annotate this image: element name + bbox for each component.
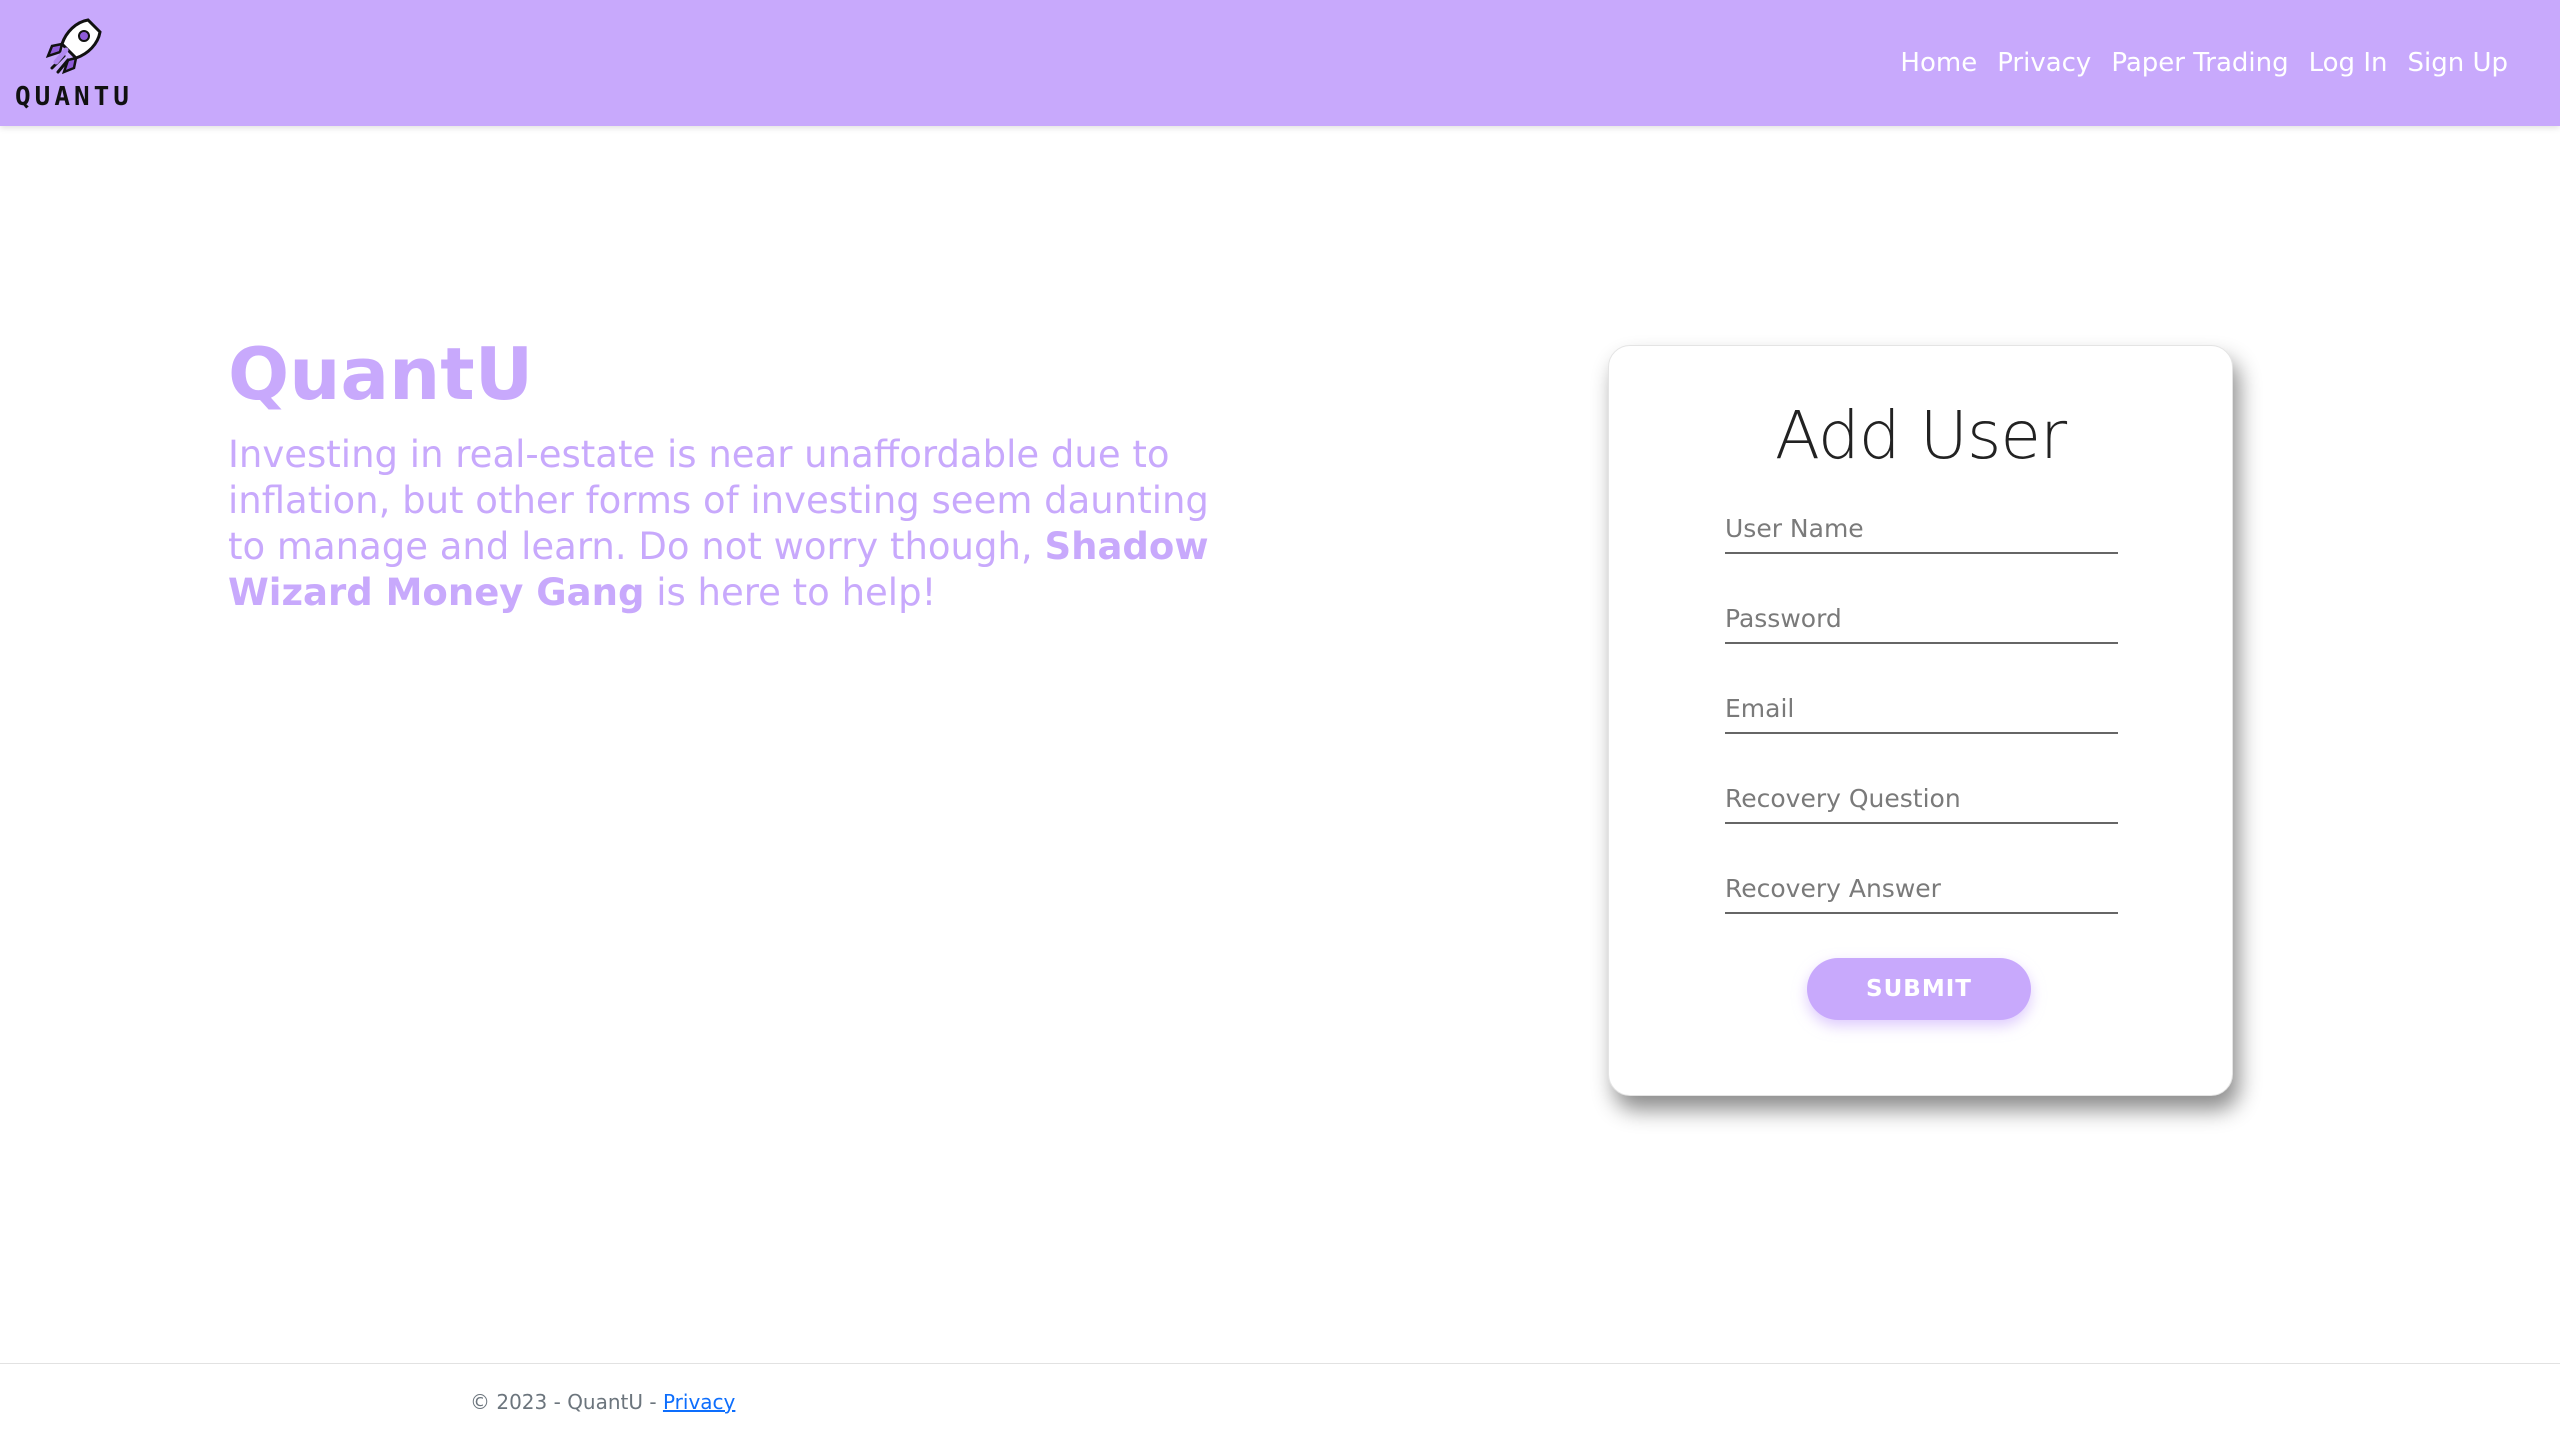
nav-signup-link[interactable]: Sign Up <box>2407 44 2508 82</box>
footer-privacy-link[interactable]: Privacy <box>663 1390 735 1414</box>
nav-privacy-link[interactable]: Privacy <box>1997 44 2091 82</box>
recovery-question-field[interactable] <box>1725 774 2118 824</box>
rocket-icon <box>45 18 102 75</box>
add-user-card: Add User SUBMIT <box>1608 345 2233 1096</box>
top-navbar: QUANTU Home Privacy Paper Trading Log In… <box>0 0 2560 126</box>
hero-text-end: is here to help! <box>644 571 937 614</box>
hero-description: Investing in real-estate is near unaffor… <box>228 432 1238 616</box>
email-field[interactable] <box>1725 684 2118 734</box>
footer-text: © 2023 - QuantU - Privacy <box>470 1390 735 1414</box>
submit-button[interactable]: SUBMIT <box>1807 958 2031 1020</box>
password-field[interactable] <box>1725 594 2118 644</box>
add-user-title: Add User <box>1774 397 2067 474</box>
hero-title: QuantU <box>228 332 534 416</box>
hero-section: QuantU Investing in real-estate is near … <box>228 330 1238 616</box>
nav-login-link[interactable]: Log In <box>2309 44 2388 82</box>
footer-copyright: © 2023 - QuantU - <box>470 1390 663 1414</box>
brand-wordmark: QUANTU <box>15 82 133 112</box>
nav-links: Home Privacy Paper Trading Log In Sign U… <box>1900 44 2508 82</box>
nav-home-link[interactable]: Home <box>1900 44 1977 82</box>
page-footer: © 2023 - QuantU - Privacy <box>0 1363 2560 1441</box>
recovery-answer-field[interactable] <box>1725 864 2118 914</box>
nav-paper-trading-link[interactable]: Paper Trading <box>2111 44 2288 82</box>
brand-logo-link[interactable]: QUANTU <box>14 14 134 114</box>
username-field[interactable] <box>1725 504 2118 554</box>
